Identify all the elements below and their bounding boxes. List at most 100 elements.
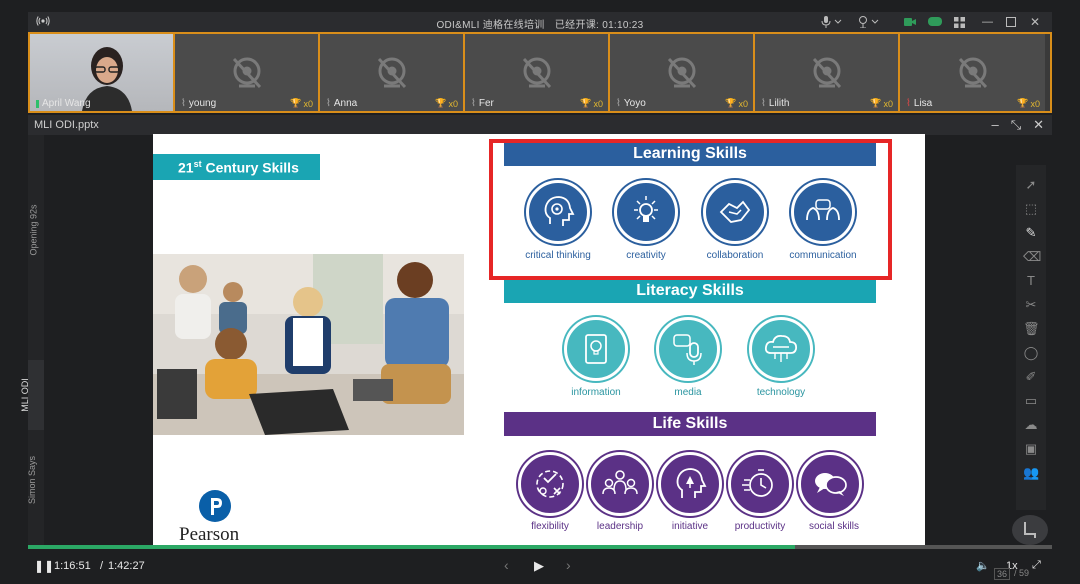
close-button[interactable]: ✕ [1030, 15, 1040, 29]
information-label: information [571, 387, 621, 398]
text-tool[interactable]: T [1023, 273, 1039, 289]
camera-button[interactable] [904, 15, 916, 29]
minimize-doc-button[interactable]: – [991, 117, 998, 133]
camera-off-icon [812, 57, 841, 89]
mic-muted-icon: ⌇ [471, 98, 476, 109]
pearson-p-icon [199, 490, 231, 522]
initiative-icon [658, 452, 722, 516]
media-icon [656, 317, 720, 381]
cloud-tool[interactable]: ☁ [1023, 417, 1039, 433]
users-tool[interactable]: 👥 [1023, 465, 1039, 481]
layout-button[interactable] [954, 15, 965, 29]
mic-menu[interactable] [821, 15, 842, 29]
chat-icon [928, 17, 942, 26]
mic-level-icon [36, 99, 39, 108]
cut-tool[interactable]: ✂ [1023, 297, 1039, 313]
edit-icon: ✐ [1025, 369, 1037, 384]
social-skills-icon [798, 452, 862, 516]
comment-tool[interactable]: ▭ [1023, 393, 1039, 409]
rail-tab-mli-odi[interactable]: MLI ODI [20, 360, 44, 430]
mic-muted-icon: ⌇ [326, 98, 331, 109]
flexibility-icon [518, 452, 582, 516]
life-skills-banner: Life Skills [504, 412, 876, 436]
participant-tile[interactable]: ⌇ Fer 🏆 x0 [465, 34, 610, 111]
prev-slide-button[interactable]: ‹ [504, 557, 509, 573]
volume-button[interactable]: 🔈 [976, 559, 990, 572]
comment-icon: ▭ [1024, 393, 1038, 408]
fullscreen-button[interactable]: ⤢ [1032, 559, 1041, 572]
eraser-icon: ⌫ [1023, 249, 1042, 264]
seat-icon [1024, 522, 1036, 538]
participant-tile[interactable]: ⌇ young 🏆 x0 [175, 34, 320, 111]
participant-tile[interactable]: ⌇ Yoyo 🏆 x0 [610, 34, 755, 111]
shape-tool[interactable]: ◯ [1023, 345, 1039, 361]
page-total: / 59 [1014, 568, 1030, 578]
trophy-count: 🏆 x0 [1017, 98, 1040, 109]
pointer-tool[interactable]: ➚ [1023, 177, 1039, 193]
speaker-menu[interactable] [858, 15, 879, 29]
participant-name: ⌇ Lilith [761, 98, 790, 109]
highlight-annotation [489, 139, 892, 280]
social-skills-label: social skills [808, 521, 859, 532]
session-title: ODI&MLI 迪格在线培训 已经开课: 01:10:23 [436, 20, 644, 31]
cloud-icon: ☁ [1024, 417, 1038, 432]
camera-off-icon [667, 57, 696, 89]
pause-icon: ❚❚ [34, 559, 55, 573]
presenter-button[interactable] [1012, 515, 1048, 545]
playback-progress[interactable] [28, 545, 1052, 549]
pen-icon: ✎ [1025, 225, 1037, 240]
select-tool[interactable]: ⬚ [1023, 201, 1039, 217]
trash-icon: 🗑 [1023, 321, 1040, 336]
mic-muted-icon: ⌇ [616, 98, 621, 109]
pearson-wordmark: Pearson [179, 524, 240, 545]
slide-heading: 21st Century Skills [153, 154, 320, 180]
trophy-icon: 🏆 [290, 98, 302, 108]
maximize-button[interactable] [1006, 15, 1016, 29]
participant-name: April Wang [36, 98, 91, 109]
chat-button[interactable] [928, 15, 942, 29]
participant-tile[interactable]: ⌇ Lilith 🏆 x0 [755, 34, 900, 111]
literacy-skills-banner: Literacy Skills [504, 279, 876, 303]
trophy-icon: 🏆 [435, 98, 447, 108]
edit-tool[interactable]: ✐ [1023, 369, 1039, 385]
annotation-toolbar: ➚ ⬚ ✎ ⌫ T ✂ 🗑 ◯ ✐ ▭ ☁ ▣ 👥 [1016, 165, 1046, 510]
close-doc-button[interactable]: ✕ [1033, 117, 1044, 133]
users-icon: 👥 [1023, 465, 1040, 480]
volume-icon: 🔈 [976, 560, 990, 572]
delete-tool[interactable]: 🗑 [1023, 321, 1040, 337]
marquee-icon: ⬚ [1024, 201, 1038, 216]
technology-label: technology [756, 387, 806, 398]
toolbox-tool[interactable]: ▣ [1023, 441, 1039, 457]
technology-icon [749, 317, 813, 381]
participant-tile-host[interactable]: April Wang [30, 34, 175, 111]
mic-muted-icon: ⌇ [761, 98, 766, 109]
camera-icon [904, 18, 916, 26]
participant-name: ⌇ young [181, 98, 217, 109]
pen-tool[interactable]: ✎ [1023, 225, 1039, 241]
participant-name: ⌇ Fer [471, 98, 494, 109]
classroom-photo [153, 254, 464, 435]
fullscreen-icon: ⤢ [1032, 559, 1041, 571]
page-current[interactable]: 36 [994, 568, 1011, 580]
trophy-count: 🏆 x0 [870, 98, 893, 109]
shrink-doc-button[interactable]: ⤡ [1011, 117, 1021, 133]
minimize-icon: — [982, 16, 993, 28]
chevron-right-icon: › [566, 557, 571, 573]
trophy-count: 🏆 x0 [290, 98, 313, 109]
participant-strip: April Wang ⌇young 🏆x0 ⌇Anna 🏆x0 ⌇Fe [28, 32, 1052, 113]
toolbox-icon: ▣ [1024, 441, 1038, 456]
next-slide-button[interactable]: › [566, 557, 571, 573]
pause-button[interactable]: ❚❚ [34, 559, 54, 573]
time-separator: / [100, 560, 104, 572]
player-controls: ❚❚ 1:16:51 / 1:42:27 ‹ ▶ › 🔈 1x ⤢ 36 / 5… [28, 552, 1052, 580]
participant-tile[interactable]: ⌇ Anna 🏆 x0 [320, 34, 465, 111]
trophy-icon: 🏆 [1017, 98, 1029, 108]
participant-name: ⌇ Yoyo [616, 98, 646, 109]
total-duration: 1:42:27 [108, 560, 145, 572]
document-filename: MLI ODI.pptx [34, 119, 99, 131]
participant-tile[interactable]: ⌇ Lisa 🏆 x0 [900, 34, 1045, 111]
eraser-tool[interactable]: ⌫ [1023, 249, 1042, 265]
play-slide-button[interactable]: ▶ [534, 558, 544, 574]
participant-name: ⌇ Lisa [906, 98, 933, 109]
minimize-button[interactable]: — [982, 15, 993, 29]
